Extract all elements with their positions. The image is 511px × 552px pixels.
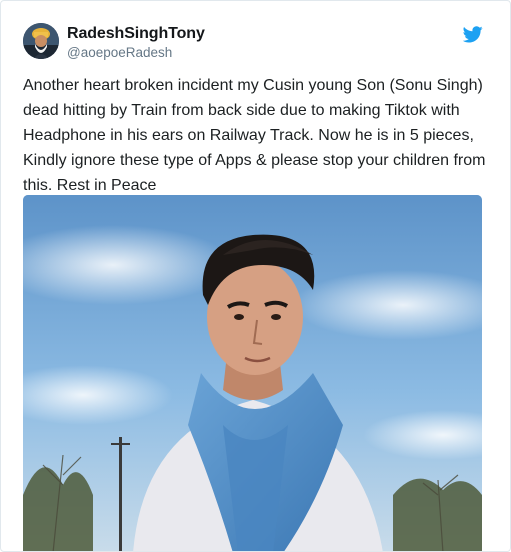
author-handle[interactable]: @aoepoeRadesh [67,45,172,60]
avatar-photo-icon [23,23,59,59]
twitter-bird-icon[interactable] [462,26,483,43]
tweet-text: Another heart broken incident my Cusin y… [23,77,486,194]
tweet-photo[interactable] [23,195,482,551]
author-display-name[interactable]: RadeshSinghTony [67,25,205,43]
tweet-card: RadeshSinghTony @aoepoeRadesh Another he… [0,0,511,552]
photo-image [23,195,482,551]
author-avatar[interactable] [23,23,59,59]
